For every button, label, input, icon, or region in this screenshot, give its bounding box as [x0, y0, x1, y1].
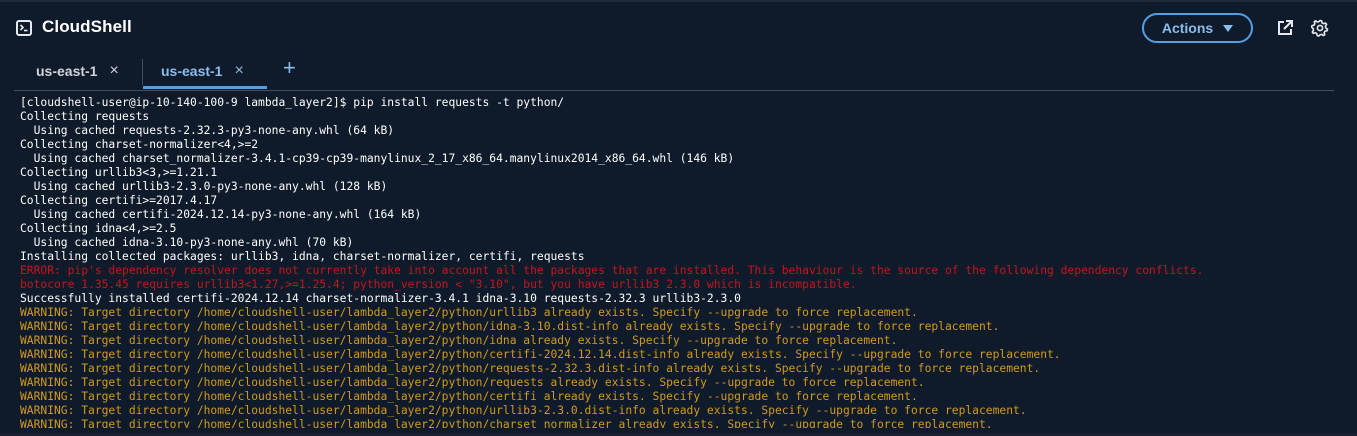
terminal-line-normal: Collecting requests	[20, 110, 150, 123]
close-icon[interactable]: ×	[234, 63, 243, 79]
terminal-line-warning: WARNING: Target directory /home/cloudshe…	[20, 376, 925, 389]
terminal-line-warning: WARNING: Target directory /home/cloudshe…	[20, 390, 918, 403]
external-link-icon[interactable]	[1276, 19, 1294, 37]
terminal-line-normal: Collecting idna<4,>=2.5	[20, 222, 177, 235]
tab-bar: us-east-1 × us-east-1 × +	[0, 56, 1357, 90]
tab-divider	[142, 59, 143, 85]
app-title: CloudShell	[42, 17, 132, 36]
tab-bar-divider	[14, 90, 1334, 91]
terminal-line-warning: WARNING: Target directory /home/cloudshe…	[20, 348, 1061, 361]
terminal-line-normal: Using cached certifi-2024.12.14-py3-none…	[20, 208, 422, 221]
terminal-line-normal: Collecting urllib3<3,>=1.21.1	[20, 166, 218, 179]
gear-icon[interactable]	[1310, 19, 1329, 37]
terminal-line-normal: Collecting charset-normalizer<4,>=2	[20, 138, 259, 151]
terminal-line-warning: WARNING: Target directory /home/cloudshe…	[20, 320, 1000, 333]
terminal-line-normal: Using cached charset_normalizer-3.4.1-cp…	[20, 152, 735, 165]
terminal-line-warning: WARNING: Target directory /home/cloudshe…	[20, 418, 993, 428]
terminal-line-normal: Successfully installed certifi-2024.12.1…	[20, 292, 741, 305]
caret-down-icon	[1223, 24, 1234, 32]
tab-us-east-1-first[interactable]: us-east-1 ×	[36, 56, 119, 86]
terminal-line-normal: [cloudshell-user@ip-10-140-100-9 lambda_…	[20, 96, 565, 109]
terminal-output[interactable]: [cloudshell-user@ip-10-140-100-9 lambda_…	[20, 96, 1340, 428]
terminal-line-warning: WARNING: Target directory /home/cloudshe…	[20, 334, 898, 347]
tab-label: us-east-1	[36, 63, 98, 79]
terminal-line-normal: Collecting certifi>=2017.4.17	[20, 194, 218, 207]
terminal-line-normal: Installing collected packages: urllib3, …	[20, 250, 585, 263]
terminal-line-warning: WARNING: Target directory /home/cloudshe…	[20, 404, 1027, 417]
terminal-line-error: botocore 1.35.45 requires urllib3<1.27,>…	[20, 278, 857, 291]
cloudshell-window: CloudShell Actions us-east-1 × us-east-1…	[0, 0, 1357, 436]
terminal-line-normal: Using cached urllib3-2.3.0-py3-none-any.…	[20, 180, 388, 193]
terminal-icon	[16, 20, 32, 36]
header-bar: CloudShell Actions	[0, 0, 1357, 56]
terminal-line-normal: Using cached idna-3.10-py3-none-any.whl …	[20, 236, 354, 249]
terminal-line-warning: WARNING: Target directory /home/cloudshe…	[20, 306, 918, 319]
terminal-line-warning: WARNING: Target directory /home/cloudshe…	[20, 362, 1041, 375]
actions-button[interactable]: Actions	[1142, 13, 1253, 43]
terminal-line-error: ERROR: pip's dependency resolver does no…	[20, 264, 1204, 277]
add-tab-button[interactable]: +	[283, 57, 296, 79]
terminal-line-normal: Using cached requests-2.32.3-py3-none-an…	[20, 124, 395, 137]
close-icon[interactable]: ×	[109, 63, 118, 79]
actions-label: Actions	[1161, 20, 1214, 36]
tab-us-east-1-active[interactable]: us-east-1 ×	[161, 56, 244, 86]
tab-label: us-east-1	[161, 63, 223, 79]
active-tab-indicator	[143, 86, 267, 89]
